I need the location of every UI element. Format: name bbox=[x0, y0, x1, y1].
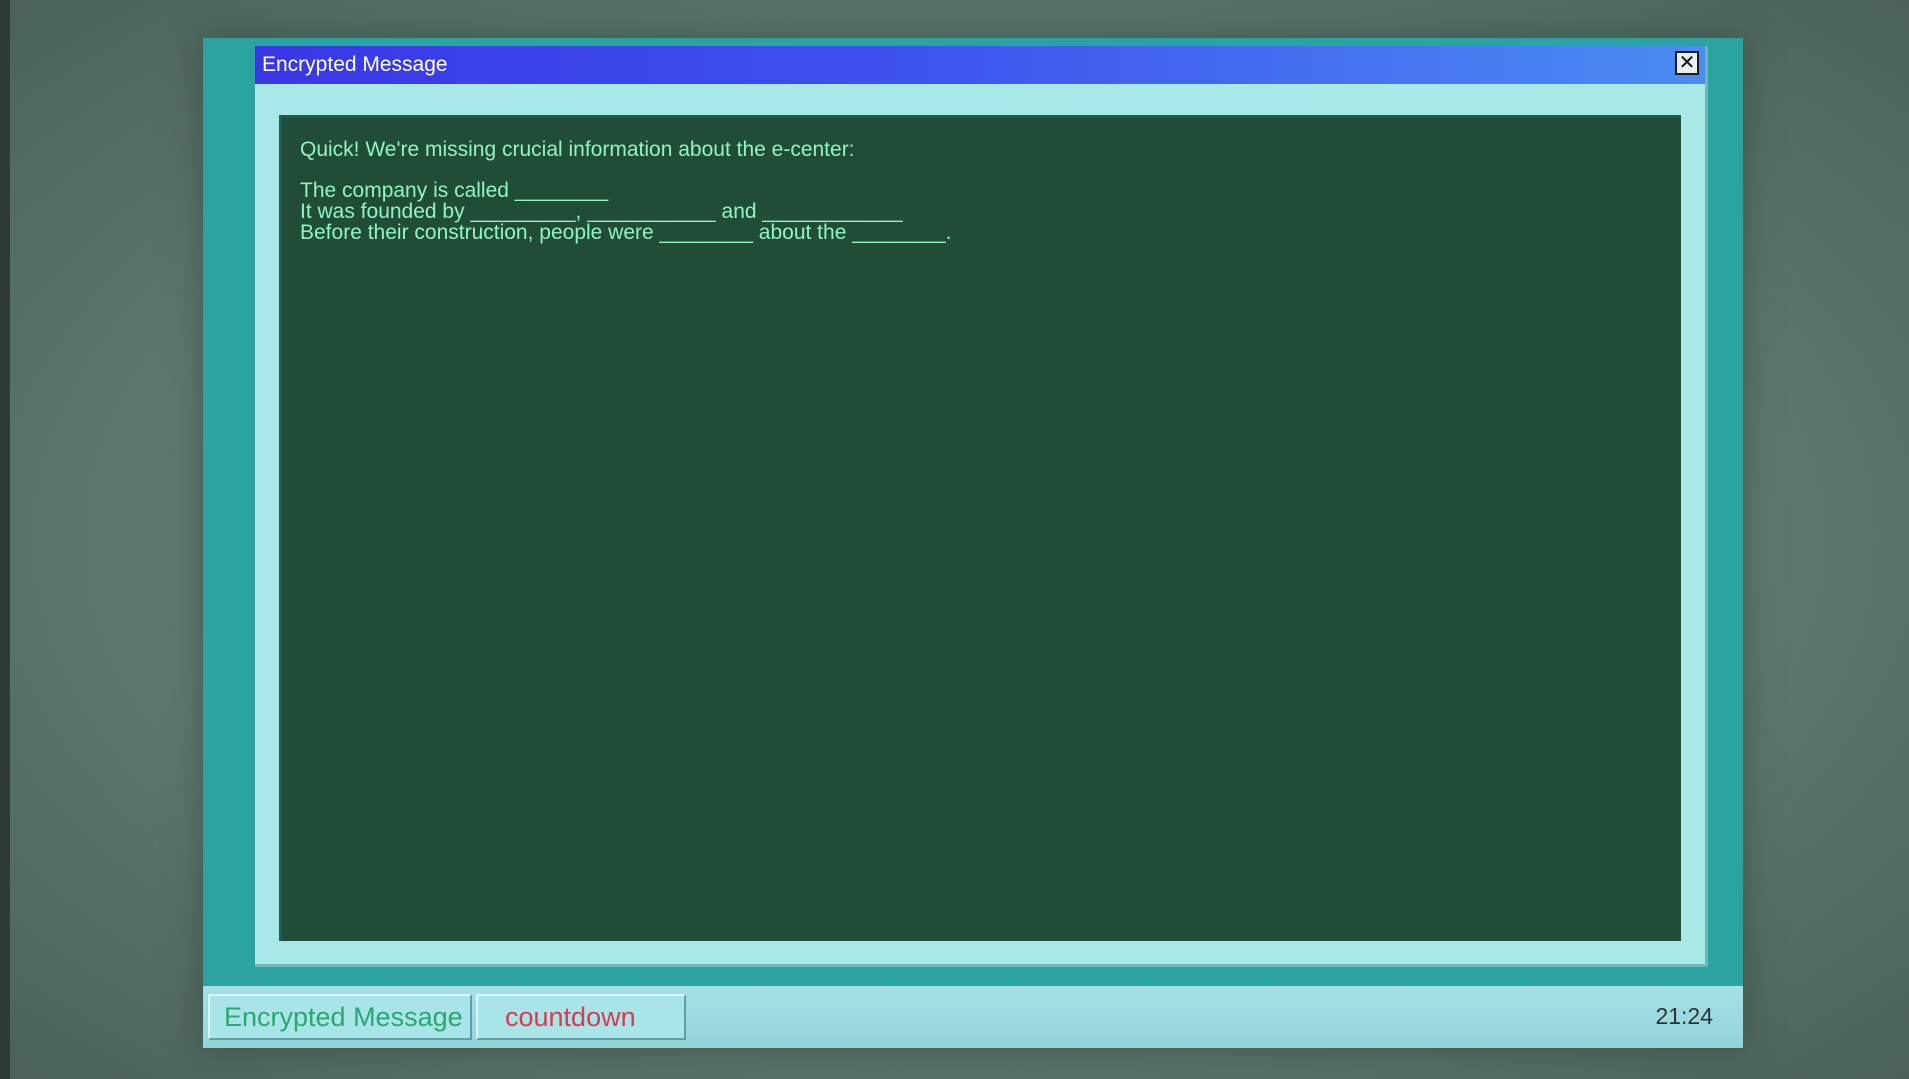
taskbar-item-encrypted-message[interactable]: Encrypted Message bbox=[208, 994, 472, 1040]
taskbar-clock: 21:24 bbox=[1655, 1003, 1713, 1029]
window-titlebar[interactable]: Encrypted Message ✕ bbox=[255, 46, 1705, 84]
message-content: Quick! We're missing crucial information… bbox=[279, 115, 1681, 941]
window-title: Encrypted Message bbox=[262, 53, 448, 76]
taskbar: Encrypted Message countdown 21:24 bbox=[203, 986, 1743, 1048]
close-button[interactable]: ✕ bbox=[1675, 51, 1699, 75]
taskbar-item-countdown[interactable]: countdown bbox=[476, 994, 686, 1040]
message-intro: Quick! We're missing crucial information… bbox=[300, 138, 855, 161]
screen-edge bbox=[0, 0, 10, 1079]
message-line-construction: Before their construction, people were _… bbox=[300, 221, 952, 244]
encrypted-message-window: Encrypted Message ✕ Quick! We're missing… bbox=[255, 46, 1708, 967]
close-icon: ✕ bbox=[1678, 50, 1696, 74]
screen-frame: Encrypted Message ✕ Quick! We're missing… bbox=[203, 38, 1743, 1048]
